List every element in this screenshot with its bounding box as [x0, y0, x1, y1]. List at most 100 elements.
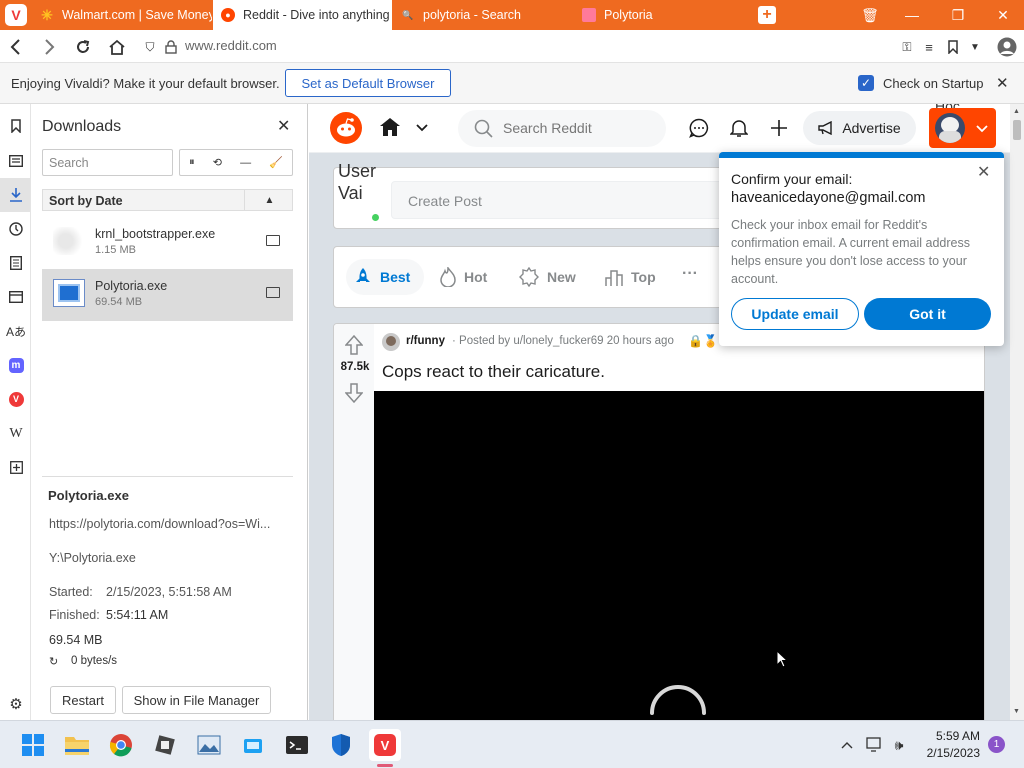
advertise-button[interactable]: Advertise	[803, 111, 916, 145]
sort-header[interactable]: Sort by Date ▲	[42, 189, 293, 211]
profile-icon[interactable]	[996, 36, 1018, 58]
tab-walmart[interactable]: ✳ Walmart.com | Save Money	[32, 0, 212, 30]
exe-file-icon	[53, 227, 85, 255]
restore-button[interactable]: ❐	[935, 0, 981, 30]
tab-polytoria[interactable]: Polytoria	[574, 0, 752, 30]
window-panel-icon[interactable]	[6, 287, 26, 307]
scrollbar-thumb[interactable]	[1013, 120, 1021, 140]
volume-icon[interactable]: 🕪	[886, 729, 912, 761]
close-panel-icon[interactable]: ✕	[277, 116, 290, 136]
sort-hot[interactable]: Hot	[440, 267, 487, 287]
show-in-file-manager-button[interactable]: Show in File Manager	[122, 686, 271, 714]
windows-start-icon[interactable]	[17, 729, 49, 761]
mastodon-panel-icon[interactable]: m	[6, 355, 26, 375]
clock-date[interactable]: 2/15/2023	[910, 746, 980, 760]
tab-reddit[interactable]: ● Reddit - Dive into anything	[213, 0, 392, 30]
notification-count-badge[interactable]: 1	[988, 736, 1005, 753]
bookmark-icon[interactable]	[942, 36, 964, 58]
upvote-arrow-icon[interactable]	[345, 335, 363, 355]
sort-new[interactable]: New	[519, 267, 576, 287]
notification-bell-icon[interactable]	[727, 116, 751, 140]
windows-security-icon[interactable]	[325, 729, 357, 761]
forward-button[interactable]	[38, 36, 60, 58]
add-panel-icon[interactable]	[6, 457, 26, 477]
folder-icon[interactable]	[266, 235, 280, 246]
terminal-icon[interactable]	[281, 729, 313, 761]
minimize-button[interactable]: —	[889, 0, 935, 30]
remove-icon[interactable]: —	[240, 157, 251, 169]
translate-panel-icon[interactable]: Aあ	[6, 321, 26, 341]
subreddit-name[interactable]: r/funny	[406, 335, 445, 347]
clock-time[interactable]: 5:59 AM	[920, 729, 980, 743]
vivaldi-taskbar-icon[interactable]: V	[369, 729, 401, 761]
downloads-panel-icon[interactable]	[6, 185, 26, 205]
pause-icon[interactable]: ⏸	[189, 156, 195, 169]
subreddit-icon[interactable]	[382, 333, 400, 351]
reload-button[interactable]	[72, 36, 94, 58]
post-title[interactable]: Cops react to their caricature.	[382, 362, 605, 382]
reading-list-icon[interactable]	[6, 151, 26, 171]
vivaldi-panel-icon[interactable]: V	[6, 389, 26, 409]
bookmarks-panel-icon[interactable]	[6, 116, 26, 136]
wikipedia-panel-icon[interactable]: W	[6, 424, 26, 444]
back-button[interactable]	[5, 36, 27, 58]
reddit-logo[interactable]	[330, 112, 362, 144]
restart-button[interactable]: Restart	[50, 686, 116, 714]
create-post-plus-icon[interactable]	[767, 116, 791, 140]
more-options[interactable]: ···	[682, 265, 698, 283]
network-icon[interactable]	[862, 729, 888, 761]
sort-top[interactable]: Top	[605, 267, 656, 287]
close-notification-button[interactable]: ✕	[996, 74, 1009, 92]
download-item[interactable]: krnl_bootstrapper.exe 1.15 MB	[42, 217, 293, 269]
close-icon[interactable]: ✕	[977, 162, 990, 182]
posted-by[interactable]: · Posted by u/lonely_fucker69 20 hours a…	[452, 335, 674, 347]
user-menu-button[interactable]	[929, 108, 996, 148]
new-tab-button[interactable]: +	[758, 6, 776, 24]
microsoft-store-icon[interactable]	[237, 729, 269, 761]
scroll-up-arrow[interactable]: ▲	[1013, 108, 1020, 115]
photos-app-icon[interactable]	[193, 729, 225, 761]
video-player[interactable]	[374, 391, 984, 720]
reddit-search-input[interactable]: Search Reddit	[458, 110, 666, 147]
lock-icon	[160, 36, 182, 58]
chevron-up-icon[interactable]	[832, 729, 862, 761]
settings-gear-icon[interactable]: ⚙	[6, 694, 26, 714]
detail-url[interactable]: https://polytoria.com/download?os=Wi...	[49, 517, 270, 531]
update-email-button[interactable]: Update email	[731, 298, 859, 330]
folder-icon[interactable]	[266, 287, 280, 298]
scroll-down-arrow[interactable]: ▼	[1013, 708, 1020, 715]
downloads-search-input[interactable]: Search	[42, 149, 173, 176]
notes-panel-icon[interactable]	[6, 253, 26, 273]
scrollbar[interactable]: ▲ ▼	[1010, 104, 1024, 720]
history-panel-icon[interactable]	[6, 219, 26, 239]
file-explorer-icon[interactable]	[61, 729, 93, 761]
key-icon[interactable]: ⚿	[896, 36, 918, 58]
trash-icon[interactable]: 🗑	[847, 0, 893, 30]
sort-ascending-icon[interactable]: ▲	[244, 190, 294, 210]
sort-best[interactable]: Best	[354, 267, 410, 287]
reader-view-icon[interactable]: ≡	[918, 36, 940, 58]
home-icon[interactable]	[379, 117, 401, 142]
downvote-arrow-icon[interactable]	[345, 383, 363, 403]
chrome-icon[interactable]	[105, 729, 137, 761]
vivaldi-menu-icon[interactable]: V	[5, 4, 27, 26]
create-post-input[interactable]: Create Post	[391, 181, 751, 219]
chevron-down-icon[interactable]: ▼	[964, 36, 986, 58]
chat-icon[interactable]	[687, 116, 711, 140]
clear-icon[interactable]: 🧹	[269, 156, 283, 169]
tab-label: polytoria - Search	[423, 8, 521, 22]
home-button[interactable]	[106, 36, 128, 58]
download-item-selected[interactable]: Polytoria.exe 69.54 MB	[42, 269, 293, 321]
url-field[interactable]: www.reddit.com	[185, 38, 277, 53]
check-on-startup-checkbox[interactable]: ✓	[858, 75, 874, 91]
shield-icon[interactable]: ⛉	[139, 36, 161, 58]
retry-icon[interactable]: ⟲	[213, 156, 222, 169]
close-window-button[interactable]: ✕	[980, 0, 1024, 30]
set-default-browser-button[interactable]: Set as Default Browser	[285, 69, 451, 97]
got-it-button[interactable]: Got it	[864, 298, 991, 330]
user-avatar-broken-image[interactable]: User Vai	[338, 160, 386, 218]
download-controls: ⏸ ⟲ — 🧹	[179, 149, 293, 176]
chevron-down-icon[interactable]	[416, 119, 428, 137]
roblox-studio-icon[interactable]	[149, 729, 181, 761]
tab-polytoria-search[interactable]: 🔍 polytoria - Search	[393, 0, 573, 30]
